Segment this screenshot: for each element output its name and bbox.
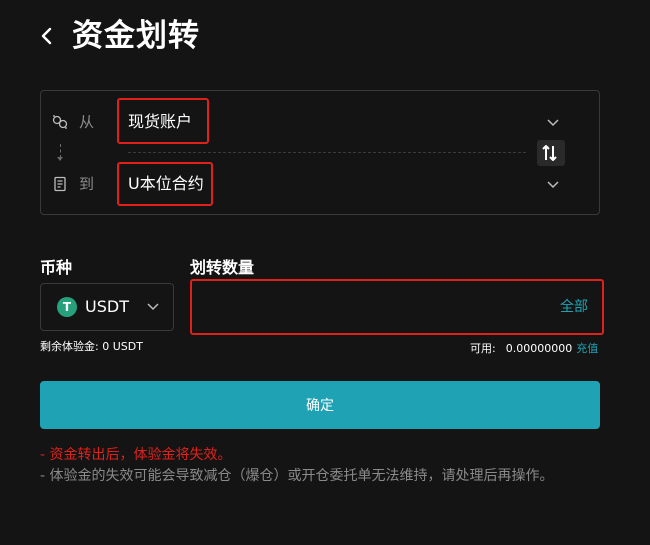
chevron-left-icon	[41, 27, 52, 45]
to-account-value[interactable]: U本位合约	[128, 174, 204, 194]
warning-note: - 资金转出后，体验金将失效。	[40, 447, 232, 463]
info-note: - 体验金的失效可能会导致减仓（爆仓）或开仓委托单无法维持，请处理后再操作。	[40, 468, 554, 484]
connector-arrow-icon	[57, 157, 63, 161]
page-title: 资金划转	[72, 18, 200, 54]
divider	[128, 152, 526, 153]
wallet-link-icon	[52, 114, 68, 130]
to-label: 到	[79, 175, 95, 193]
from-label: 从	[79, 113, 95, 131]
trial-balance-text: 剩余体验金: 0 USDT	[40, 340, 143, 353]
to-dropdown[interactable]	[545, 176, 561, 192]
available-row: 可用: 0.00000000 充值	[470, 342, 598, 356]
available-value: 0.00000000	[505, 342, 573, 355]
coin-value: USDT	[85, 297, 129, 316]
quantity-field: 全部	[190, 279, 604, 335]
swap-icon	[542, 145, 557, 161]
quantity-input[interactable]	[196, 285, 600, 331]
from-account-value[interactable]: 现货账户	[128, 112, 192, 132]
usdt-icon-glyph: T	[62, 300, 72, 314]
quantity-label: 划转数量	[190, 258, 255, 277]
swap-button[interactable]	[537, 140, 565, 166]
coin-select[interactable]: T USDT	[40, 283, 174, 331]
connector-line	[60, 144, 61, 158]
max-all-button[interactable]: 全部	[560, 298, 588, 316]
from-dropdown[interactable]	[545, 114, 561, 130]
usdt-icon: T	[57, 297, 77, 317]
chevron-down-icon	[547, 181, 559, 189]
coin-label: 币种	[40, 258, 73, 277]
deposit-link[interactable]: 充值	[576, 342, 598, 356]
chevron-down-icon	[145, 298, 161, 318]
confirm-button[interactable]: 确定	[40, 381, 600, 429]
available-label: 可用:	[470, 342, 496, 355]
back-button[interactable]	[38, 24, 58, 48]
chevron-down-icon	[547, 119, 559, 127]
contract-icon	[52, 176, 68, 192]
